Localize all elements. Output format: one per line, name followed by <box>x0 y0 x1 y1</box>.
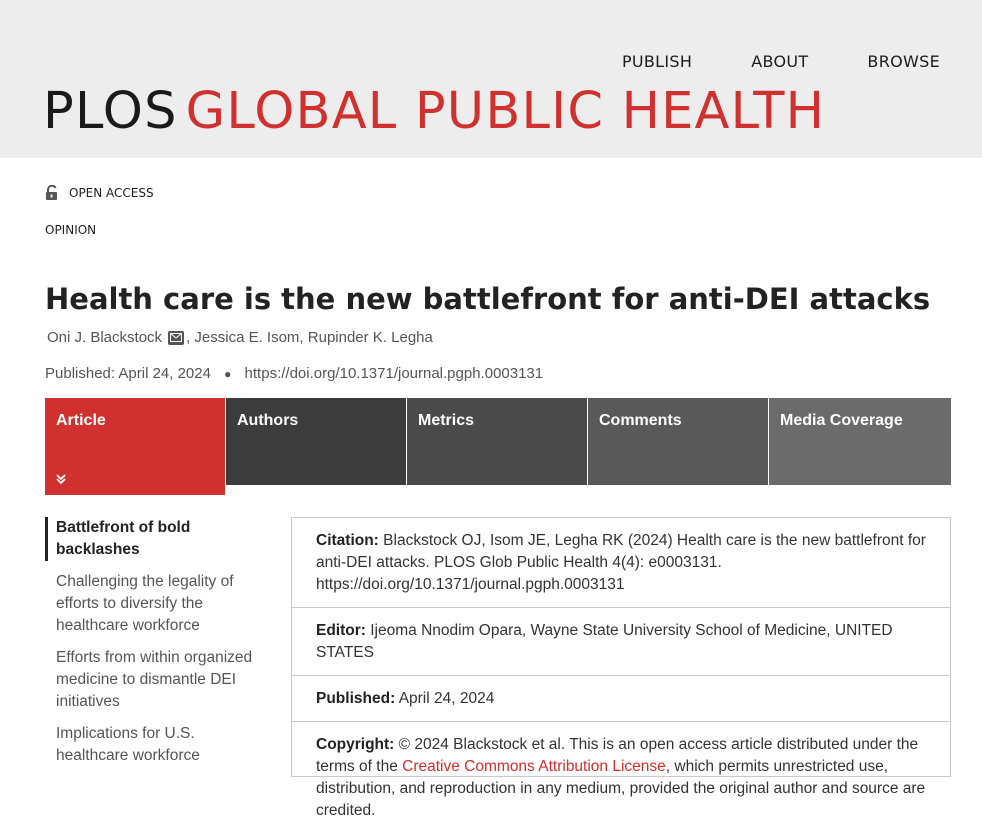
tab-label: Article <box>56 412 106 429</box>
logo-plos: PLOS <box>43 82 178 141</box>
tab-label: Comments <box>599 412 682 429</box>
citation-text: Blackstock OJ, Isom JE, Legha RK (2024) … <box>316 532 926 593</box>
doi-link[interactable]: https://doi.org/10.1371/journal.pgph.000… <box>245 365 544 382</box>
author-name[interactable]: Rupinder K. Legha <box>308 329 433 346</box>
editor-text: Ijeoma Nnodim Opara, Wayne State Univers… <box>316 622 893 661</box>
article-info-box: Citation: Blackstock OJ, Isom JE, Legha … <box>291 517 951 819</box>
top-navigation: PUBLISH ABOUT BROWSE <box>563 52 940 71</box>
toc-item-battlefront[interactable]: Battlefront of bold backlashes <box>45 517 255 561</box>
envelope-icon[interactable] <box>168 330 185 345</box>
toc-item-implications[interactable]: Implications for U.S. healthcare workfor… <box>45 723 255 767</box>
open-access-label: OPEN ACCESS <box>69 186 154 200</box>
table-of-contents: Battlefront of bold backlashes Challengi… <box>45 517 255 777</box>
published-text: April 24, 2024 <box>398 690 495 707</box>
citation-row: Citation: Blackstock OJ, Isom JE, Legha … <box>292 518 950 608</box>
tab-metrics[interactable]: Metrics <box>407 398 587 485</box>
tab-label: Authors <box>237 412 299 429</box>
author-name[interactable]: Jessica E. Isom <box>194 329 299 346</box>
tab-authors[interactable]: Authors <box>226 398 406 485</box>
tab-article[interactable]: Article <box>45 398 225 495</box>
nav-about-link[interactable]: ABOUT <box>751 52 808 71</box>
tab-comments[interactable]: Comments <box>588 398 768 485</box>
nav-browse-link[interactable]: BROWSE <box>867 52 940 71</box>
published-date: Published: April 24, 2024 <box>45 365 211 382</box>
editor-label: Editor: <box>316 622 366 639</box>
publication-meta: Published: April 24, 2024 ● https://doi.… <box>45 365 543 382</box>
article-type: OPINION <box>45 223 97 237</box>
author-name[interactable]: Oni J. Blackstock <box>47 329 162 346</box>
tab-label: Metrics <box>418 412 475 429</box>
toc-item-organized-medicine[interactable]: Efforts from within organized medicine t… <box>45 647 255 713</box>
nav-publish-link[interactable]: PUBLISH <box>622 52 692 71</box>
journal-logo[interactable]: PLOS GLOBAL PUBLIC HEALTH <box>43 80 825 144</box>
citation-label: Citation: <box>316 532 379 549</box>
article-tabs: Article Authors Metrics Comments Media C… <box>45 398 951 495</box>
published-label: Published: <box>316 690 396 707</box>
author-list: Oni J. Blackstock , Jessica E. Isom , Ru… <box>47 329 433 346</box>
open-access-badge: OPEN ACCESS <box>45 185 154 201</box>
tab-label: Media Coverage <box>780 412 903 429</box>
license-link[interactable]: Creative Commons Attribution License <box>402 758 666 775</box>
author-separator: , <box>299 329 308 346</box>
toc-item-legality[interactable]: Challenging the legality of efforts to d… <box>45 571 255 637</box>
published-row: Published: April 24, 2024 <box>292 676 950 722</box>
copyright-label: Copyright: <box>316 736 395 753</box>
site-header: PUBLISH ABOUT BROWSE PLOS GLOBAL PUBLIC H… <box>0 0 982 158</box>
unlocked-padlock-icon <box>46 185 57 200</box>
logo-journal-name: GLOBAL PUBLIC HEALTH <box>185 82 826 141</box>
meta-separator: ● <box>224 367 232 381</box>
author-separator: , <box>186 329 195 346</box>
tab-media-coverage[interactable]: Media Coverage <box>769 398 951 485</box>
double-chevron-down-icon <box>55 473 67 488</box>
editor-row: Editor: Ijeoma Nnodim Opara, Wayne State… <box>292 608 950 676</box>
article-title: Health care is the new battlefront for a… <box>45 282 931 316</box>
copyright-row: Copyright: © 2024 Blackstock et al. This… <box>292 722 950 833</box>
